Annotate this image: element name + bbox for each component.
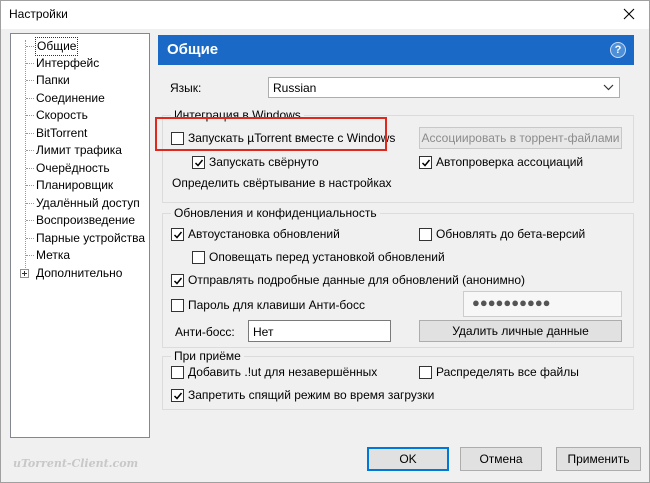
language-value: Russian <box>273 81 317 95</box>
cancel-button[interactable]: Отмена <box>460 447 542 471</box>
updates-group-title: Обновления и конфиденциальность <box>171 206 380 220</box>
window-title: Настройки <box>9 7 68 21</box>
boss-password-checkbox[interactable] <box>171 299 184 312</box>
close-button[interactable] <box>617 5 641 25</box>
send-data-checkbox[interactable] <box>171 274 184 287</box>
add-ut-checkbox[interactable] <box>171 366 184 379</box>
auto-install-label: Автоустановка обновлений <box>188 227 340 241</box>
boss-key-field[interactable]: Нет <box>248 320 391 342</box>
boss-password-label: Пароль для клавиши Анти-босс <box>188 298 365 312</box>
auto-check-assoc-checkbox[interactable] <box>419 156 432 169</box>
ok-button[interactable]: OK <box>367 447 449 471</box>
chevron-down-icon <box>603 84 614 91</box>
close-icon <box>623 8 635 20</box>
boss-password-value: ●●●●●●●●●● <box>472 295 551 310</box>
tree-line <box>25 40 26 278</box>
beta-checkbox[interactable] <box>419 228 432 241</box>
prevent-sleep-label: Запретить спящий режим во время загрузки <box>188 388 435 402</box>
associate-button[interactable]: Ассоциировать в торрент-файлами <box>419 127 622 149</box>
minimize-setting-text: Определить свёртывание в настройках <box>172 176 392 190</box>
language-select[interactable]: Russian <box>268 77 620 98</box>
boss-password-field[interactable]: ●●●●●●●●●● <box>463 291 622 317</box>
settings-tree[interactable]: Общие Интерфейс Папки Соединение Скорост… <box>10 33 150 438</box>
apply-button[interactable]: Применить <box>556 447 641 471</box>
title-bar: Настройки <box>1 1 649 29</box>
general-panel: Общие ? Язык: Russian Интеграция в Windo… <box>158 33 642 438</box>
settings-window: Настройки Общие Интерфейс Папки Соединен… <box>0 0 650 483</box>
start-minimized-label: Запускать свёрнуто <box>209 155 319 169</box>
panel-title: Общие <box>167 41 219 58</box>
delete-private-button[interactable]: Удалить личные данные <box>419 320 622 342</box>
auto-check-assoc-label: Автопроверка ассоциаций <box>436 155 584 169</box>
preallocate-checkbox[interactable] <box>419 366 432 379</box>
send-data-label: Отправлять подробные данные для обновлен… <box>188 273 525 287</box>
watermark: uTorrent-Client.com <box>13 457 139 470</box>
add-ut-label: Добавить .!ut для незавершённых <box>188 365 378 379</box>
expand-icon[interactable] <box>20 269 29 278</box>
help-icon[interactable]: ? <box>610 42 626 58</box>
highlight-box <box>155 117 387 151</box>
panel-header: Общие ? <box>158 35 634 65</box>
on-download-group: При приёме Добавить .!ut для незавершённ… <box>162 349 634 410</box>
boss-key-label: Анти-босс: <box>175 325 235 339</box>
on-download-group-title: При приёме <box>171 349 244 363</box>
auto-install-checkbox[interactable] <box>171 228 184 241</box>
boss-key-value: Нет <box>253 325 274 339</box>
prevent-sleep-checkbox[interactable] <box>171 389 184 402</box>
start-minimized-checkbox[interactable] <box>192 156 205 169</box>
updates-group: Обновления и конфиденциальность Автоуста… <box>162 206 634 348</box>
language-label: Язык: <box>170 81 202 95</box>
preallocate-label: Распределять все файлы <box>436 365 579 379</box>
beta-label: Обновлять до бета-версий <box>436 227 586 241</box>
notify-before-label: Оповещать перед установкой обновлений <box>209 250 445 264</box>
notify-before-checkbox[interactable] <box>192 251 205 264</box>
